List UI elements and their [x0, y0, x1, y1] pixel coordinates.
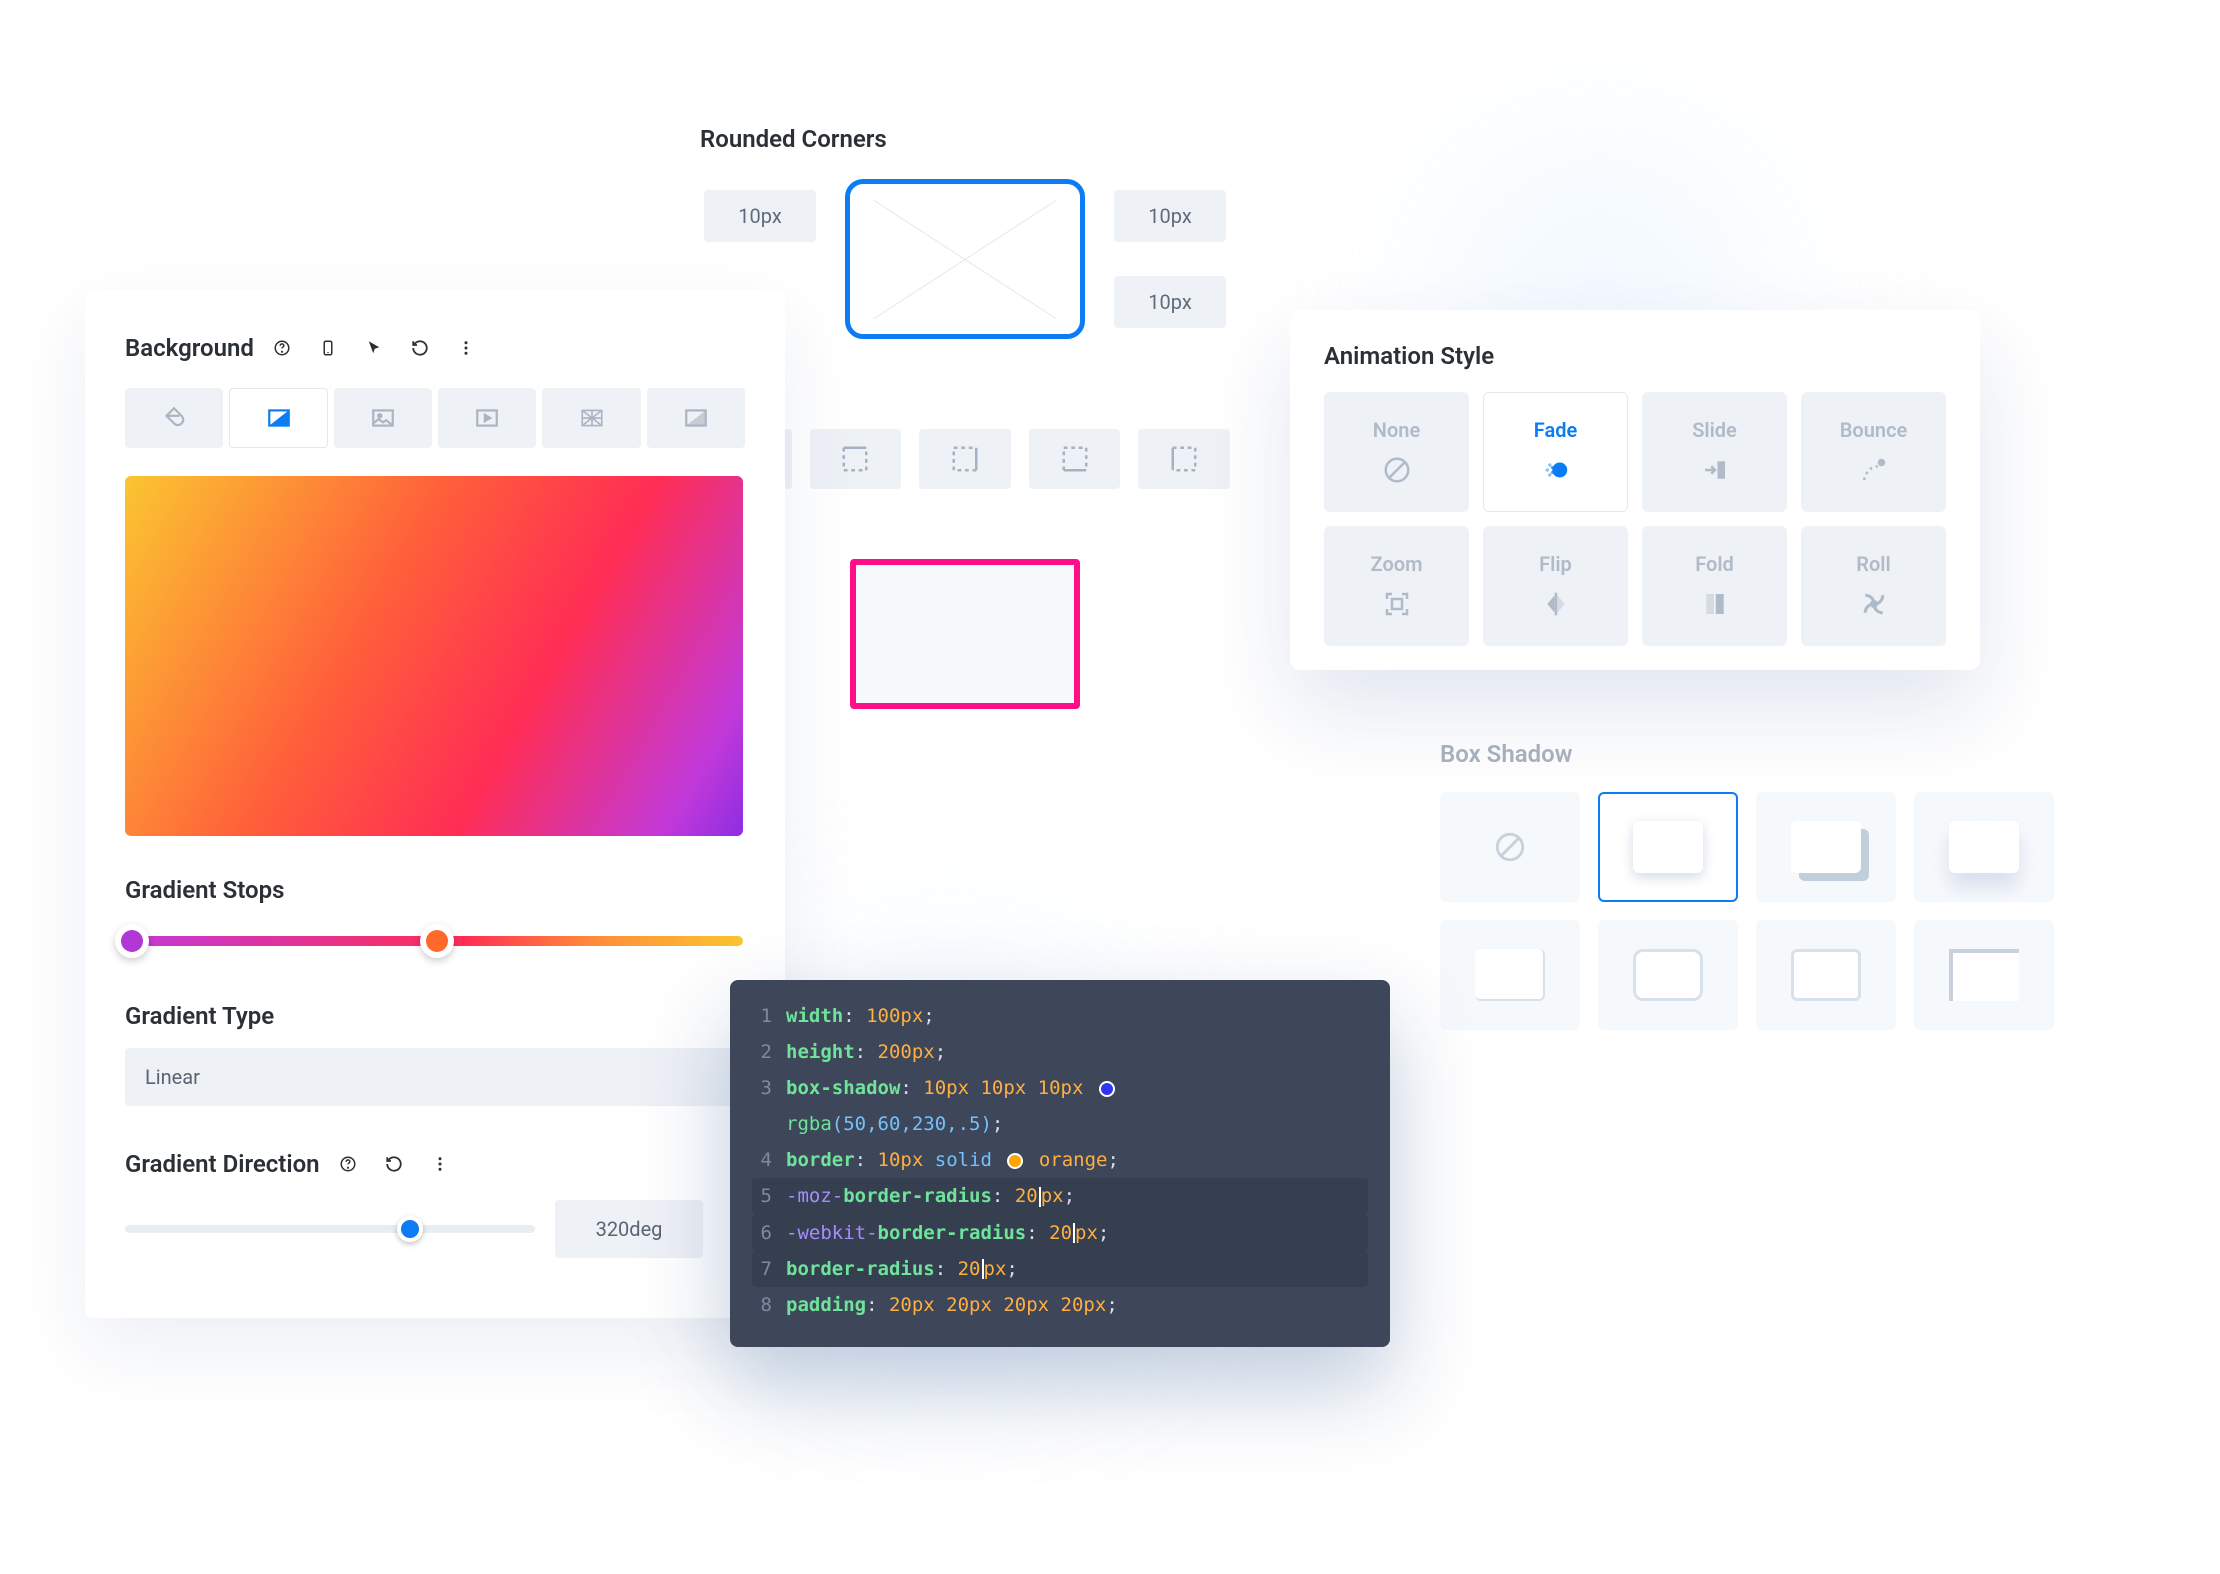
gradient-stop-handle-2[interactable] [420, 924, 454, 958]
bg-mask-tab[interactable] [647, 388, 745, 448]
bg-color-tab[interactable] [125, 388, 223, 448]
bg-pattern-tab[interactable] [542, 388, 640, 448]
gradient-type-select[interactable]: Linear [125, 1048, 743, 1106]
shadow-none-option[interactable] [1440, 792, 1580, 902]
none-icon [1381, 454, 1413, 486]
border-top-tab[interactable] [810, 429, 902, 489]
gradient-stops-label: Gradient Stops [125, 876, 745, 904]
tablet-icon[interactable] [310, 330, 346, 366]
animation-panel: Animation Style NoneFadeSlideBounceZoomF… [1290, 310, 1980, 670]
help-icon[interactable] [264, 330, 300, 366]
slide-icon [1699, 454, 1731, 486]
bg-image-tab[interactable] [334, 388, 432, 448]
shadow-option-3[interactable] [1914, 792, 2054, 902]
reset-icon[interactable] [402, 330, 438, 366]
animation-flip-option[interactable]: Flip [1483, 526, 1628, 646]
bg-video-tab[interactable] [438, 388, 536, 448]
shadow-option-6[interactable] [1756, 920, 1896, 1030]
gradient-direction-label: Gradient Direction [125, 1150, 320, 1178]
fold-icon [1699, 588, 1731, 620]
more-icon[interactable] [422, 1146, 458, 1182]
shadow-option-5[interactable] [1598, 920, 1738, 1030]
background-type-tabs [125, 388, 745, 448]
more-icon[interactable] [448, 330, 484, 366]
rounded-corners-title: Rounded Corners [700, 125, 1230, 153]
corner-top-left-input[interactable]: 10px [704, 190, 816, 242]
shadow-option-7[interactable] [1914, 920, 2054, 1030]
corner-link-preview[interactable] [845, 179, 1085, 339]
bg-gradient-tab[interactable] [229, 388, 327, 448]
zoom-icon [1381, 588, 1413, 620]
gradient-direction-value[interactable]: 320deg [555, 1200, 703, 1258]
border-right-tab[interactable] [919, 429, 1011, 489]
box-shadow-panel: Box Shadow [1440, 740, 2054, 1030]
shadow-option-1[interactable] [1598, 792, 1738, 902]
animation-roll-option[interactable]: Roll [1801, 526, 1946, 646]
fade-icon [1540, 454, 1572, 486]
bounce-icon [1858, 454, 1890, 486]
border-bottom-tab[interactable] [1029, 429, 1121, 489]
animation-fade-option[interactable]: Fade [1483, 392, 1628, 512]
roll-icon [1858, 588, 1890, 620]
background-title: Background [125, 334, 254, 362]
flip-icon [1540, 588, 1572, 620]
corner-top-right-input[interactable]: 10px [1114, 190, 1226, 242]
gradient-type-label: Gradient Type [125, 1002, 745, 1030]
border-left-tab[interactable] [1138, 429, 1230, 489]
shadow-option-2[interactable] [1756, 792, 1896, 902]
box-shadow-title: Box Shadow [1440, 740, 2054, 768]
animation-fold-option[interactable]: Fold [1642, 526, 1787, 646]
gradient-stop-handle-1[interactable] [115, 924, 149, 958]
direction-slider-handle[interactable] [397, 1216, 423, 1242]
background-panel: Background Gradient Stops Gradient Type … [85, 290, 785, 1318]
shadow-option-4[interactable] [1440, 920, 1580, 1030]
gradient-stops-slider[interactable] [125, 922, 743, 962]
gradient-direction-slider[interactable] [125, 1209, 535, 1249]
animation-bounce-option[interactable]: Bounce [1801, 392, 1946, 512]
animation-zoom-option[interactable]: Zoom [1324, 526, 1469, 646]
gradient-preview [125, 476, 743, 836]
corner-bottom-right-input[interactable]: 10px [1114, 276, 1226, 328]
animation-slide-option[interactable]: Slide [1642, 392, 1787, 512]
animation-title: Animation Style [1324, 342, 1946, 370]
hover-icon[interactable] [356, 330, 392, 366]
reset-icon[interactable] [376, 1146, 412, 1182]
border-preview-box [850, 559, 1080, 709]
animation-none-option[interactable]: None [1324, 392, 1469, 512]
code-editor[interactable]: 1width: 100px; 2height: 200px; 3box-shad… [730, 980, 1390, 1347]
help-icon[interactable] [330, 1146, 366, 1182]
